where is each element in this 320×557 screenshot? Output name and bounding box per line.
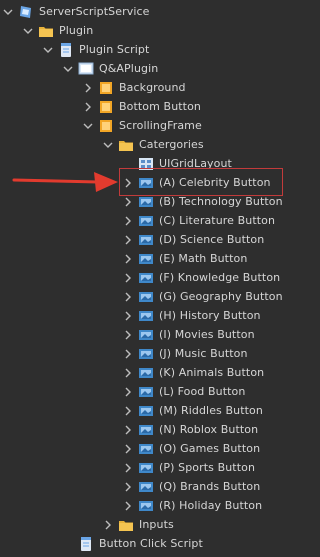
annotation-arrow bbox=[12, 172, 118, 192]
